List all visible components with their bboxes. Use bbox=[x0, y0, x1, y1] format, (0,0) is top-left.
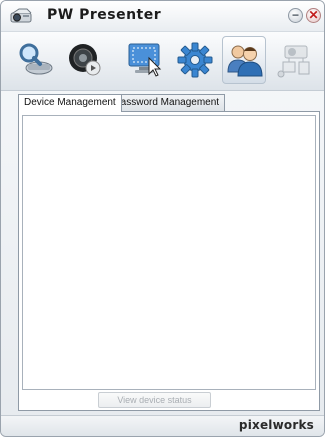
status-bar: pixelworks bbox=[1, 415, 324, 436]
title-bar[interactable]: PW Presenter − ✕ bbox=[1, 1, 324, 32]
camera-media-icon bbox=[69, 44, 101, 76]
screen-capture-icon bbox=[128, 43, 162, 77]
minimize-button[interactable]: − bbox=[288, 8, 303, 23]
device-list[interactable] bbox=[22, 115, 316, 390]
gear-icon bbox=[177, 42, 213, 78]
toolbar-media-button[interactable] bbox=[63, 36, 107, 84]
main-toolbar bbox=[1, 32, 324, 91]
toolbar-screen-button[interactable] bbox=[123, 36, 167, 84]
toolbar-search-button[interactable] bbox=[13, 36, 57, 84]
close-button[interactable]: ✕ bbox=[306, 8, 321, 23]
pixelworks-logo: pixelworks bbox=[238, 418, 314, 432]
device-management-panel bbox=[18, 111, 320, 411]
users-icon bbox=[227, 45, 263, 77]
projector-logo-icon bbox=[9, 7, 35, 25]
toolbar-network-button[interactable] bbox=[273, 36, 317, 84]
toolbar-users-button[interactable] bbox=[222, 36, 266, 84]
tab-password-management[interactable]: Password Management bbox=[108, 94, 226, 111]
window-title: PW Presenter bbox=[47, 7, 162, 23]
network-projector-icon bbox=[277, 45, 310, 78]
app-window: PW Presenter − ✕ Device Management Passw… bbox=[0, 0, 325, 437]
toolbar-settings-button[interactable] bbox=[173, 36, 217, 84]
tab-device-management[interactable]: Device Management bbox=[18, 94, 122, 112]
view-device-status-button[interactable]: View device status bbox=[98, 392, 211, 408]
search-projector-icon bbox=[19, 43, 53, 75]
